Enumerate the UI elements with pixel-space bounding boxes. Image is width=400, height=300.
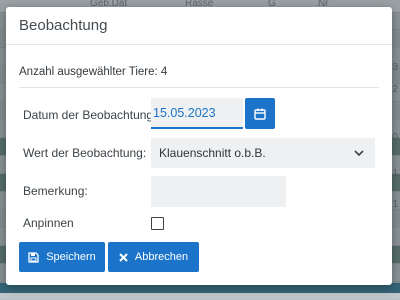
- dialog-header: Beobachtung: [6, 7, 392, 45]
- floppy-disk-icon: [28, 251, 39, 263]
- calendar-icon: [254, 108, 266, 120]
- selected-value: Klauenschnitt o.b.B.: [159, 146, 266, 160]
- save-button[interactable]: Speichern: [19, 242, 105, 272]
- remark-input[interactable]: [151, 176, 286, 207]
- pin-label: Anpinnen: [23, 216, 74, 230]
- date-value: 15.05.2023: [153, 105, 216, 120]
- divider: [19, 87, 379, 88]
- observation-dialog: Beobachtung Anzahl ausgewählter Tiere: 4…: [6, 7, 392, 285]
- cancel-button[interactable]: Abbrechen: [108, 242, 199, 272]
- save-button-label: Speichern: [46, 251, 96, 263]
- selected-animals-count: Anzahl ausgewählter Tiere: 4: [19, 66, 168, 78]
- value-label: Wert der Beobachtung:: [23, 146, 147, 160]
- dialog-title: Beobachtung: [19, 17, 108, 34]
- date-picker-button[interactable]: [245, 98, 275, 129]
- pin-checkbox[interactable]: [151, 217, 164, 230]
- observation-value-select[interactable]: Klauenschnitt o.b.B.: [151, 138, 375, 168]
- date-input[interactable]: 15.05.2023: [151, 98, 243, 129]
- date-label: Datum der Beobachtung:: [23, 108, 157, 122]
- chevron-down-icon: [353, 147, 365, 159]
- close-icon: [119, 252, 128, 262]
- remark-label: Bemerkung:: [23, 184, 88, 198]
- cancel-button-label: Abbrechen: [134, 251, 189, 263]
